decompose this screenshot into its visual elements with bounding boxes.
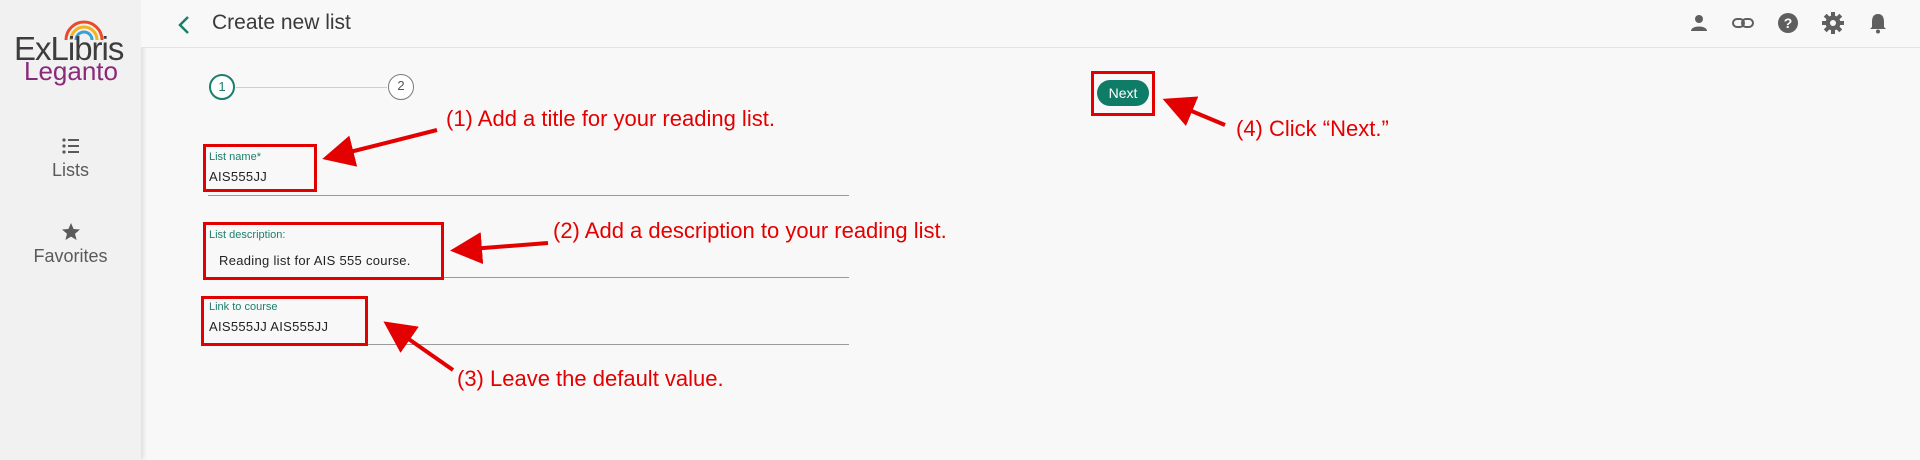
- step-2-indicator: 2: [388, 74, 414, 100]
- star-icon: [61, 223, 80, 240]
- help-icon[interactable]: ?: [1776, 11, 1800, 35]
- sidebar-item-favorites[interactable]: Favorites: [0, 222, 141, 267]
- annotation-box-list-description: [203, 222, 444, 280]
- annotation-box-list-name: [203, 144, 317, 192]
- top-bar: Create new list ?: [141, 0, 1920, 48]
- sidebar: ExLibris Leganto Lists Favorites: [0, 0, 141, 460]
- logo-text-leganto: Leganto: [24, 56, 118, 86]
- exlibris-leganto-logo[interactable]: ExLibris Leganto: [12, 20, 130, 90]
- svg-text:?: ?: [1784, 15, 1793, 31]
- arrow-to-next-button: [1162, 96, 1226, 127]
- annotation-box-next-button: [1091, 71, 1155, 116]
- annotation-step-1: (1) Add a title for your reading list.: [446, 106, 775, 131]
- step-connector: [236, 87, 387, 88]
- sidebar-item-label: Favorites: [33, 246, 108, 266]
- list-icon: [61, 138, 79, 154]
- gear-icon[interactable]: [1821, 11, 1845, 35]
- link-icon[interactable]: [1731, 11, 1755, 35]
- step-1-indicator: 1: [209, 74, 235, 100]
- stepper: 1 2: [209, 74, 415, 102]
- annotation-box-link-to-course: [201, 296, 368, 346]
- sidebar-item-label: Lists: [51, 160, 89, 180]
- annotation-step-2: (2) Add a description to your reading li…: [553, 218, 947, 243]
- sidebar-item-lists[interactable]: Lists: [0, 136, 141, 181]
- bell-icon[interactable]: [1866, 11, 1890, 35]
- annotation-step-3: (3) Leave the default value.: [457, 366, 724, 391]
- annotation-step-4: (4) Click “Next.”: [1236, 116, 1389, 141]
- page-title: Create new list: [212, 11, 351, 34]
- user-icon[interactable]: [1687, 11, 1711, 35]
- back-arrow-icon[interactable]: [175, 14, 195, 36]
